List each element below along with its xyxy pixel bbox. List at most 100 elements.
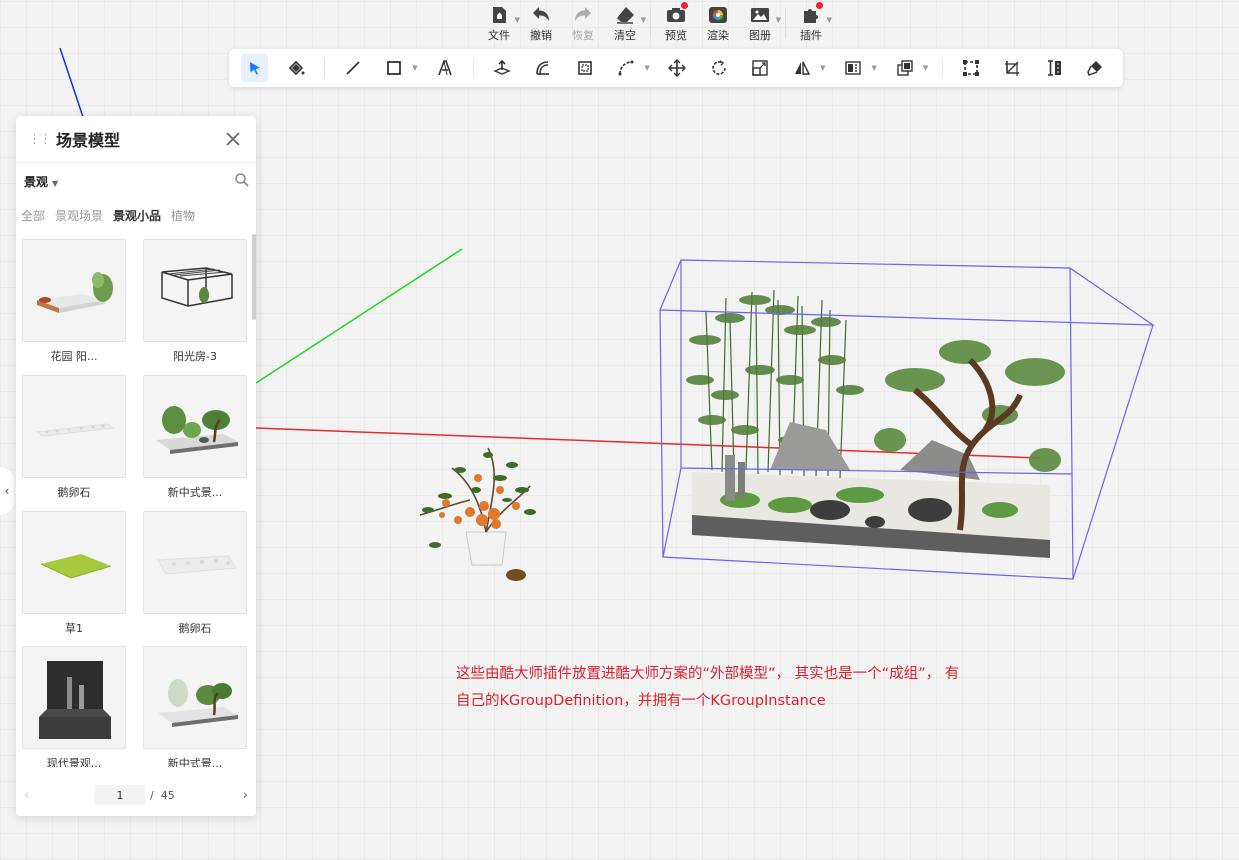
line-tool[interactable]: [339, 54, 366, 82]
model-thumbnail: [143, 375, 247, 478]
toolbar-divider: [473, 58, 475, 78]
chevron-down-icon: ▼: [922, 64, 929, 72]
render-label: 渲染: [707, 29, 729, 42]
panel-title: 场景模型: [56, 131, 121, 150]
rectangle-tool[interactable]: ▼: [380, 54, 418, 82]
chevron-down-icon: ▼: [826, 16, 832, 24]
category-dropdown[interactable]: 景观 ▼: [24, 173, 58, 190]
panel-header: ⋮⋮ 场景模型: [16, 116, 256, 163]
annotation-line-2: 自己的KGroupDefinition，并拥有一个KGroupInstance: [456, 693, 826, 709]
array-tool[interactable]: ▼: [891, 54, 928, 82]
move-tool[interactable]: [664, 54, 691, 82]
pagination: ‹ / 45 ›: [16, 784, 256, 806]
stone-model[interactable]: [506, 569, 526, 581]
landscape-model[interactable]: [686, 289, 1065, 558]
rotate-icon: [712, 60, 726, 75]
array-icon: [896, 60, 913, 76]
model-grid: 花园 阳... 阳光房-3 鹅卵石 新中式景... 草1 鹅卵石 现代景观...…: [16, 237, 256, 767]
follow-me-icon: [577, 61, 592, 75]
model-card[interactable]: 鹅卵石: [143, 511, 247, 636]
model-name: 鹅卵石: [178, 622, 212, 635]
collapse-panel-button[interactable]: ‹: [0, 467, 14, 515]
measure-icon: [1047, 60, 1061, 76]
scale-tool[interactable]: [747, 54, 774, 82]
scene-model-panel: ⋮⋮ 场景模型 景观 ▼ 全部 景观场景 景观小品 植物 花园 阳... 阳光房-…: [16, 116, 256, 816]
arc-tool[interactable]: ▼: [612, 54, 650, 82]
prev-page-button[interactable]: ‹: [24, 788, 29, 803]
model-card[interactable]: 现代景观...: [22, 646, 126, 767]
move-icon: [668, 59, 687, 77]
gallery-menu[interactable]: 图册 ▼: [739, 0, 781, 44]
drawing-toolbar: ▼ ▼ ▼ ▼ ▼: [229, 49, 1123, 87]
page-total-count: 45: [160, 788, 175, 802]
panel-scrollbar[interactable]: [252, 234, 256, 320]
model-card[interactable]: 新中式景...: [143, 375, 247, 500]
align-tool[interactable]: ▼: [839, 54, 877, 82]
rectangle-icon: [387, 61, 401, 75]
toolbar-divider: [785, 8, 786, 38]
model-card[interactable]: 草1: [22, 511, 126, 636]
model-name: 新中式景...: [167, 486, 223, 499]
close-icon[interactable]: [224, 130, 242, 148]
group-tool[interactable]: [957, 54, 984, 82]
brush-icon: [1087, 61, 1103, 76]
follow-me-tool[interactable]: [571, 54, 598, 82]
chevron-down-icon: ▼: [820, 64, 826, 72]
undo-button[interactable]: 撤销: [520, 0, 562, 44]
undo-label: 撤销: [530, 29, 552, 42]
clear-label: 清空: [614, 29, 636, 42]
select-tool[interactable]: [241, 54, 269, 82]
plugin-menu[interactable]: 插件 ▼: [790, 0, 832, 44]
category-filter: 景观 ▼: [16, 163, 256, 199]
chevron-left-icon: ‹: [4, 484, 10, 498]
file-icon: [489, 5, 509, 25]
model-card[interactable]: 鹅卵石: [22, 375, 126, 500]
rotate-tool[interactable]: [705, 54, 732, 82]
clear-menu[interactable]: 清空 ▼: [604, 0, 646, 44]
file-menu-label: 文件: [488, 29, 510, 42]
cut-tool[interactable]: [999, 54, 1026, 82]
model-thumbnail: [143, 511, 247, 614]
paint-bucket-icon: [288, 60, 305, 76]
model-card[interactable]: 花园 阳...: [22, 239, 126, 364]
notification-badge: [816, 2, 823, 9]
measure-tool[interactable]: [1040, 54, 1067, 82]
align-icon: [845, 61, 861, 75]
model-name: 鹅卵石: [57, 486, 91, 499]
search-icon[interactable]: [234, 172, 250, 188]
offset-tool[interactable]: [530, 54, 557, 82]
tab-all[interactable]: 全部: [21, 207, 45, 224]
tab-plants[interactable]: 植物: [171, 207, 195, 224]
model-card[interactable]: 新中式景...: [143, 646, 247, 767]
file-menu[interactable]: 文件 ▼: [478, 0, 520, 44]
y-axis: [255, 248, 463, 384]
model-thumbnail: [22, 511, 126, 614]
model-card[interactable]: 阳光房-3: [143, 239, 247, 364]
chevron-down-icon: ▼: [644, 64, 650, 72]
page-total: / 45: [150, 789, 175, 802]
drag-handle-icon[interactable]: ⋮⋮: [28, 132, 52, 147]
annotation-text: 这些由酷大师插件放置进酷大师方案的“外部模型”， 其实也是一个“成组”， 有 自…: [456, 661, 1056, 715]
toolbar-divider: [323, 58, 325, 78]
preview-button[interactable]: 预览: [655, 0, 697, 44]
paint-tool[interactable]: [1082, 54, 1109, 82]
next-page-button[interactable]: ›: [243, 788, 248, 803]
model-thumbnail: [22, 646, 126, 749]
preview-label: 预览: [665, 29, 687, 42]
tab-landscape-features[interactable]: 景观小品: [113, 207, 161, 224]
group-icon: [962, 60, 979, 76]
mirror-tool[interactable]: ▼: [788, 54, 825, 82]
push-pull-tool[interactable]: [488, 54, 515, 82]
render-button[interactable]: 渲染: [697, 0, 739, 44]
undo-icon: [531, 5, 551, 25]
tab-landscape-scene[interactable]: 景观场景: [55, 207, 103, 224]
redo-button[interactable]: 恢复: [562, 0, 604, 44]
redo-label: 恢复: [572, 29, 594, 42]
text-3d-tool[interactable]: [432, 54, 459, 82]
model-thumbnail: [143, 239, 247, 342]
paint-bucket-tool[interactable]: [282, 54, 309, 82]
potted-orange-tree-model[interactable]: [419, 447, 536, 566]
text-3d-icon: [438, 60, 453, 76]
page-number-input[interactable]: [95, 785, 145, 805]
page-separator: /: [150, 788, 154, 802]
